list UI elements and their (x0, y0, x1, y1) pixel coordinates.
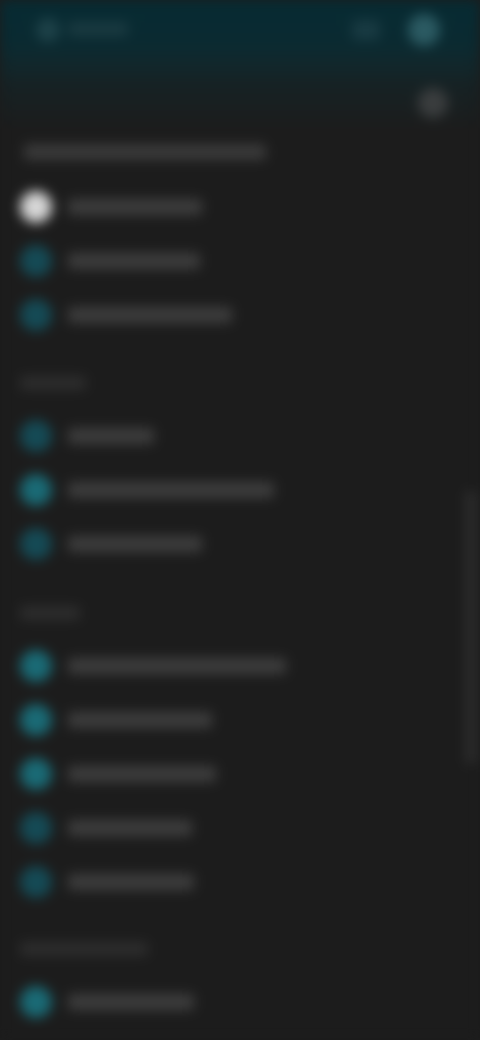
section-label (20, 942, 148, 956)
item-icon (20, 812, 52, 844)
item-icon (20, 866, 52, 898)
menu-item[interactable] (18, 418, 398, 454)
menu-item[interactable] (18, 472, 398, 508)
item-icon (20, 986, 52, 1018)
menu-item[interactable] (18, 984, 398, 1020)
profile-icon (20, 191, 52, 223)
menu-item[interactable] (18, 648, 398, 684)
menu-item[interactable] (18, 297, 398, 333)
scrollbar[interactable] (466, 490, 476, 765)
item-icon (20, 420, 52, 452)
item-icon (20, 704, 52, 736)
item-icon (20, 474, 52, 506)
menu-item-label (68, 874, 194, 890)
menu-item-label (68, 536, 202, 552)
menu-item[interactable] (18, 243, 398, 279)
item-icon (20, 758, 52, 790)
menu-item-label (68, 820, 192, 836)
app-window (0, 0, 480, 1040)
menu-item[interactable] (18, 756, 398, 792)
menu-item[interactable] (18, 702, 398, 738)
menu-item-label (68, 428, 154, 444)
menu-item-label (68, 658, 286, 674)
menu-item-profile[interactable] (18, 189, 398, 225)
app-icon[interactable] (36, 18, 60, 42)
menu-item[interactable] (18, 810, 398, 846)
top-bar-shadow (0, 60, 480, 130)
menu-item-label (68, 482, 274, 498)
app-title (68, 22, 128, 36)
menu-item-label (68, 199, 202, 215)
section-label (20, 606, 80, 620)
menu-item-label (68, 253, 200, 269)
menu-item-label (68, 994, 194, 1010)
close-icon[interactable] (418, 88, 448, 118)
item-icon (20, 528, 52, 560)
notification-icon[interactable] (352, 20, 380, 40)
item-icon (20, 299, 52, 331)
menu-item[interactable] (18, 864, 398, 900)
item-icon (20, 650, 52, 682)
menu-item[interactable] (18, 526, 398, 562)
panel-header (24, 144, 266, 160)
menu-item-label (68, 712, 212, 728)
menu-item-label (68, 766, 216, 782)
section-label (20, 376, 86, 390)
avatar-icon[interactable] (408, 14, 440, 46)
item-icon (20, 245, 52, 277)
menu-item-label (68, 307, 232, 323)
